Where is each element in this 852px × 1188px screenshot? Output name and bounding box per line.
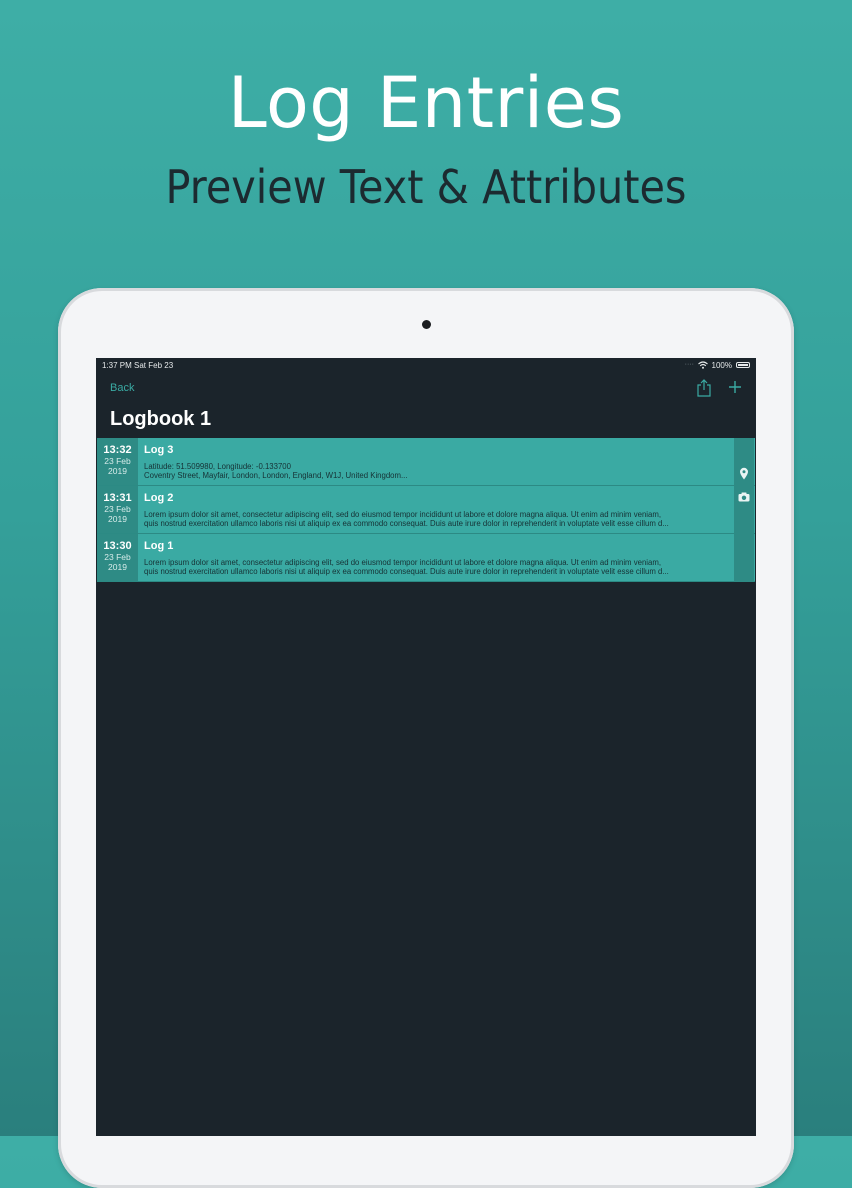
entry-date-block: 13:30 23 Feb 2019 [97,534,138,581]
log-entry-row[interactable]: 13:31 23 Feb 2019 Log 2 Lorem ipsum dolo… [97,486,755,534]
log-entry-row[interactable]: 13:30 23 Feb 2019 Log 1 Lorem ipsum dolo… [97,534,755,582]
status-bar: 1:37 PM Sat Feb 23 ···· 100% [96,358,756,374]
entry-time: 13:30 [103,540,132,552]
battery-percentage: 100% [711,361,732,370]
page-title: Logbook 1 [110,408,212,430]
entry-preview: Log 1 Lorem ipsum dolor sit amet, consec… [144,534,729,581]
entry-preview-line: Coventry Street, Mayfair, London, London… [144,471,408,480]
promo-title: Log Entries [227,62,625,144]
entry-preview-line: Lorem ipsum dolor sit amet, consectetur … [144,510,662,519]
map-pin-icon [740,467,748,480]
wifi-icon [698,361,708,369]
entry-preview: Log 3 Latitude: 51.509980, Longitude: -0… [144,438,729,485]
entry-date-block: 13:32 23 Feb 2019 [97,438,138,485]
entry-time: 13:31 [103,492,132,504]
log-entry-row[interactable]: 13:32 23 Feb 2019 Log 3 Latitude: 51.509… [97,438,755,486]
entry-date-block: 13:31 23 Feb 2019 [97,486,138,533]
add-entry-icon[interactable] [728,380,742,394]
front-camera-icon [422,320,431,329]
entry-year: 2019 [108,562,127,572]
status-time: 1:37 PM Sat Feb 23 [102,361,174,370]
entry-preview-line: quis nostrud exercitation ullamco labori… [144,519,669,528]
entry-title: Log 3 [144,444,174,456]
entry-day: 23 Feb [104,504,131,514]
log-entry-list: 13:32 23 Feb 2019 Log 3 Latitude: 51.509… [97,438,755,582]
share-icon[interactable] [696,379,712,397]
promo-subtitle: Preview Text & Attributes [165,160,687,214]
back-button[interactable]: Back [110,382,134,394]
entry-year: 2019 [108,466,127,476]
battery-icon [736,362,750,368]
entry-day: 23 Feb [104,456,131,466]
entry-preview: Log 2 Lorem ipsum dolor sit amet, consec… [144,486,729,533]
entry-preview-line: Latitude: 51.509980, Longitude: -0.13370… [144,462,291,471]
entry-day: 23 Feb [104,552,131,562]
entry-preview-line: Lorem ipsum dolor sit amet, consectetur … [144,558,662,567]
signal-dots-icon: ···· [684,361,694,368]
entry-preview-line: quis nostrud exercitation ullamco labori… [144,567,669,576]
camera-icon [738,492,750,502]
entry-title: Log 1 [144,540,174,552]
attribute-strip [734,438,754,582]
entry-year: 2019 [108,514,127,524]
entry-time: 13:32 [103,444,132,456]
entry-title: Log 2 [144,492,174,504]
app-screen: 1:37 PM Sat Feb 23 ···· 100% Back Logboo… [96,358,756,1136]
